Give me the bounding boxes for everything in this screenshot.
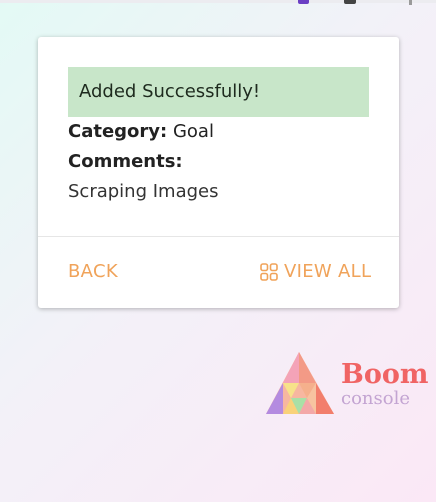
extension-icon[interactable] (344, 0, 356, 4)
boom-console-logo: Boom console (265, 352, 428, 416)
browser-top-strip (0, 0, 436, 3)
comments-value: Scraping Images (68, 181, 219, 202)
comments-row: Comments: (68, 151, 183, 172)
view-all-button-label: VIEW ALL (284, 261, 372, 282)
category-value: Goal (172, 121, 214, 142)
result-card: Added Successfully! Category: Goal Comme… (38, 37, 399, 308)
card-divider (38, 236, 399, 237)
category-label: Category: (68, 121, 168, 142)
logo-triangle-icon (266, 352, 334, 414)
logo-word: Boom (341, 359, 429, 390)
success-alert: Added Successfully! (68, 67, 369, 117)
back-button[interactable]: BACK (68, 261, 118, 282)
extension-icon[interactable] (298, 0, 309, 4)
menu-icon[interactable] (409, 0, 412, 5)
grid-icon (260, 262, 278, 281)
view-all-button[interactable]: VIEW ALL (260, 261, 371, 282)
category-row: Category: Goal (68, 121, 214, 142)
back-button-label: BACK (68, 261, 118, 282)
comments-label: Comments: (68, 151, 183, 172)
logo-subword: console (341, 388, 410, 409)
